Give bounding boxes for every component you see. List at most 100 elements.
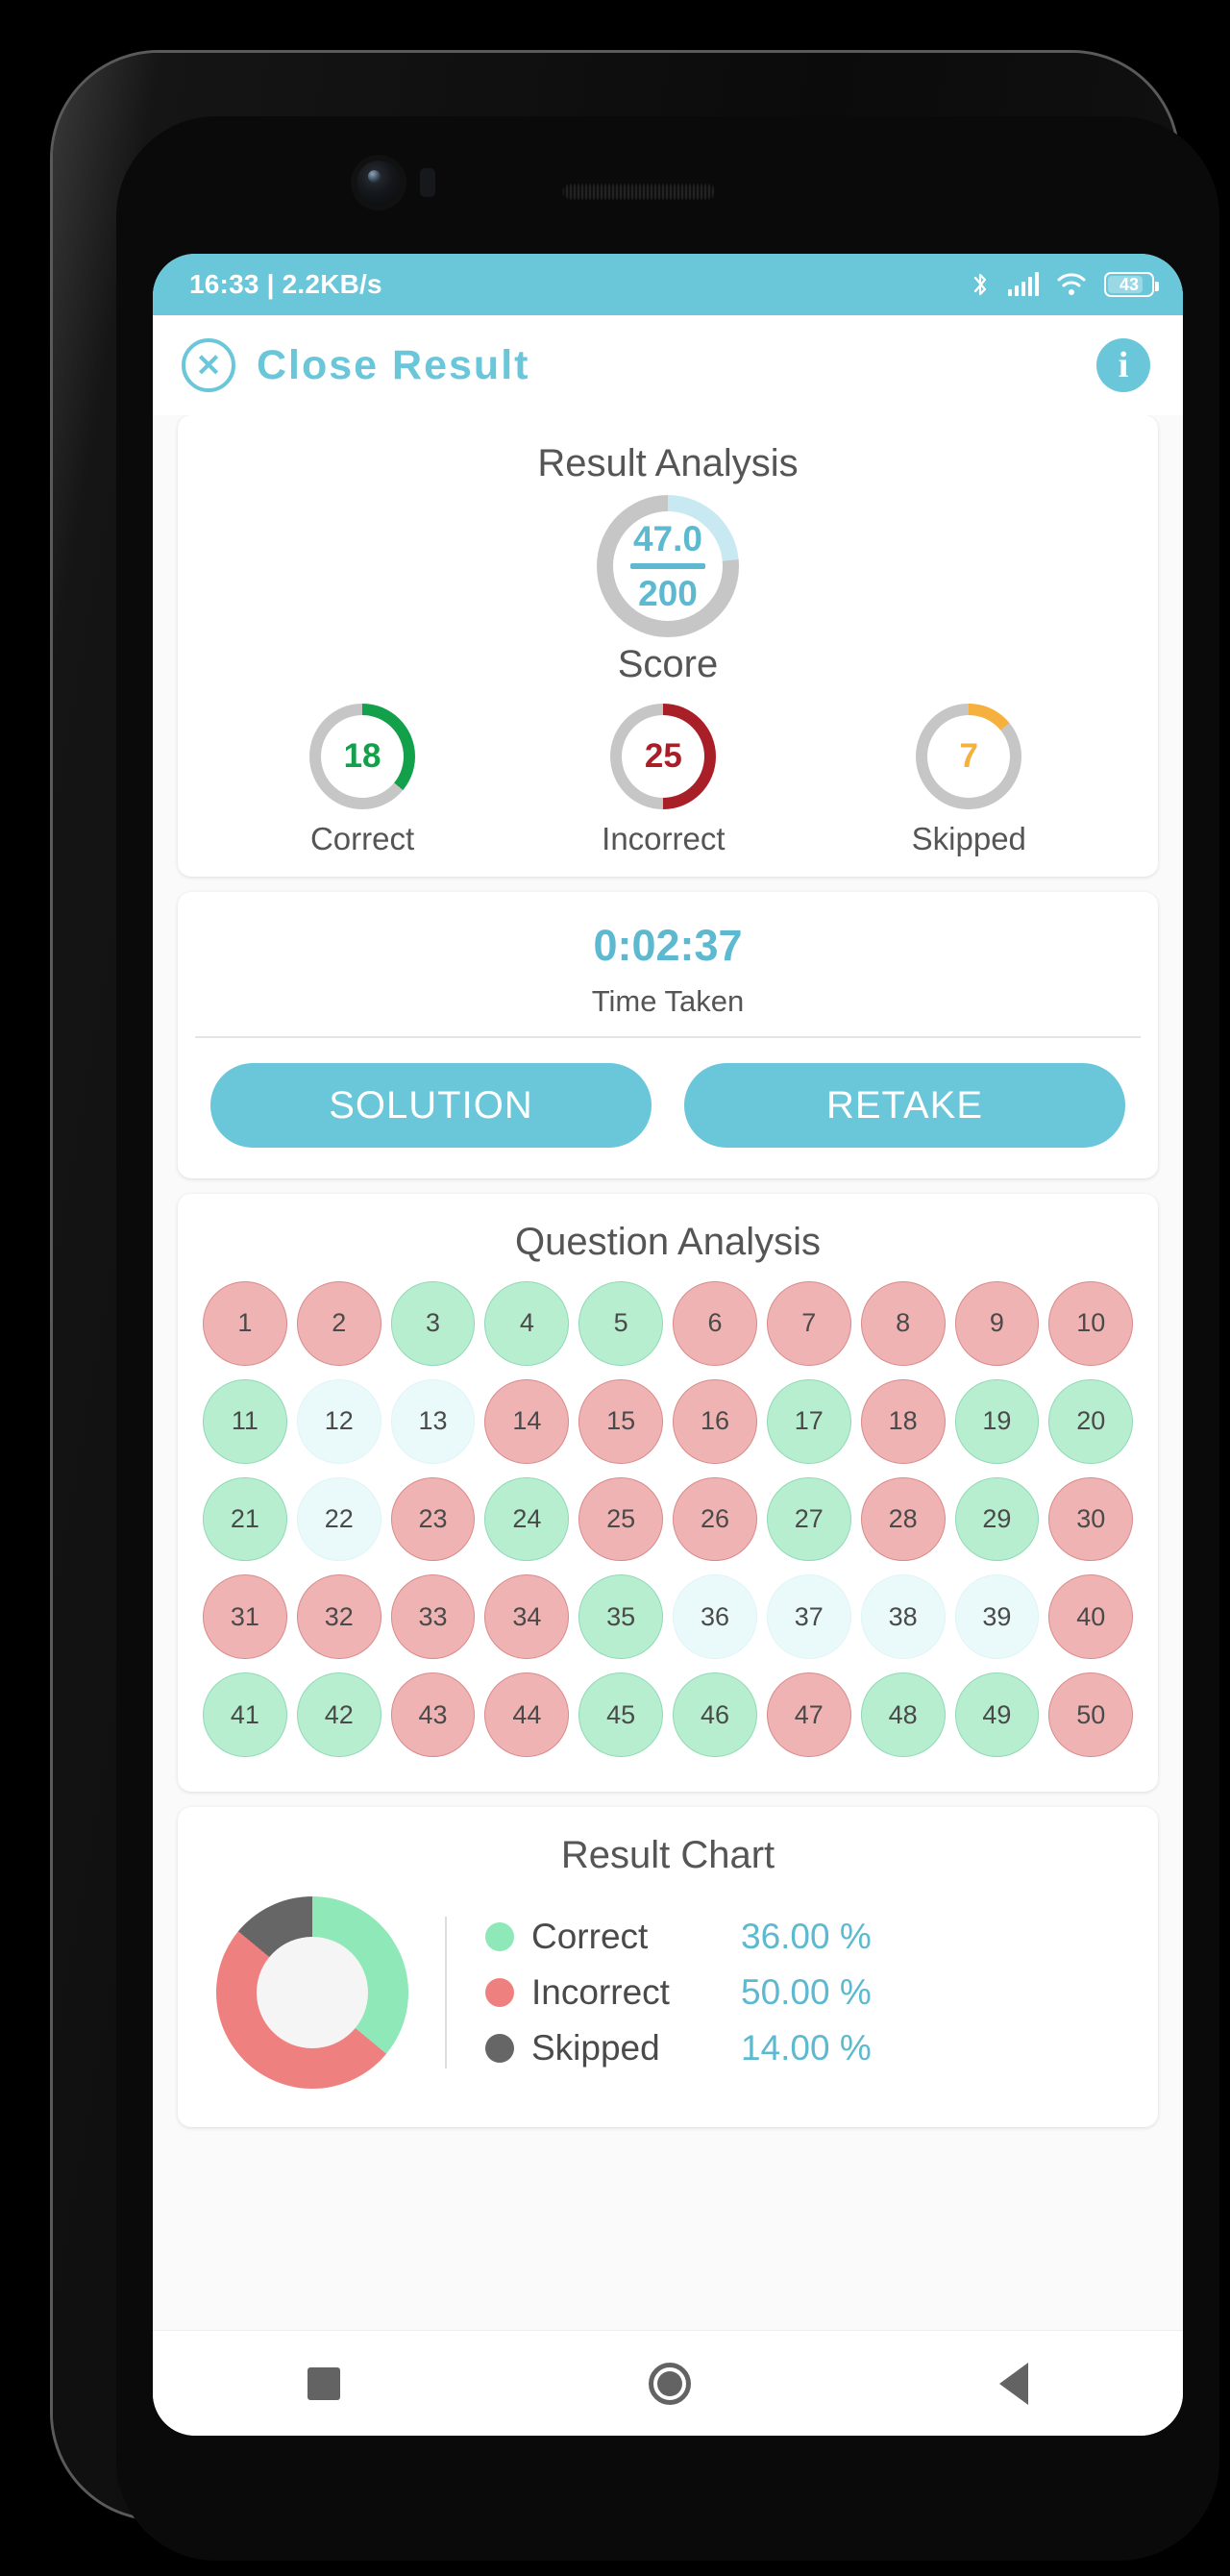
question-bubble[interactable]: 28: [860, 1476, 946, 1562]
legend-label: Correct: [531, 1917, 649, 1957]
score-value: 47.0: [632, 519, 702, 558]
retake-button[interactable]: RETAKE: [684, 1063, 1125, 1148]
status-bar: 16:33 | 2.2KB/s 43: [153, 254, 1183, 315]
question-bubble[interactable]: 14: [484, 1378, 570, 1464]
question-bubble[interactable]: 38: [860, 1574, 946, 1660]
legend-percent: 50.00 %: [741, 1972, 872, 2013]
time-card: 0:02:37 Time Taken SOLUTION RETAKE: [178, 892, 1158, 1178]
question-bubble[interactable]: 32: [296, 1574, 381, 1660]
question-bubble[interactable]: 43: [390, 1672, 476, 1758]
question-bubble[interactable]: 26: [673, 1476, 757, 1562]
result-analysis-card: Result Analysis 47.0 200 Score 18 Correct…: [178, 415, 1158, 877]
question-bubble[interactable]: 31: [203, 1574, 287, 1660]
stat-label-correct: Correct: [309, 821, 415, 856]
info-icon[interactable]: i: [1096, 338, 1150, 392]
question-bubble[interactable]: 5: [578, 1281, 664, 1366]
question-bubble[interactable]: 30: [1048, 1476, 1134, 1562]
stat-ring-incorrect: 25: [610, 704, 717, 809]
question-bubble[interactable]: 41: [203, 1672, 287, 1758]
question-bubble[interactable]: 3: [390, 1281, 476, 1366]
question-bubble[interactable]: 40: [1048, 1574, 1134, 1660]
legend-percent: 14.00 %: [741, 2028, 872, 2068]
stat-correct: 18 Correct: [309, 704, 416, 857]
close-circle-icon[interactable]: ✕: [182, 338, 235, 392]
question-bubble[interactable]: 9: [954, 1281, 1040, 1366]
legend-dot-icon: [485, 2034, 514, 2064]
question-bubble[interactable]: 7: [766, 1281, 851, 1366]
legend-dot-icon: [485, 1922, 514, 1952]
android-nav-bar: [153, 2330, 1183, 2436]
question-bubble[interactable]: 1: [203, 1281, 287, 1366]
phone-screen: 16:33 | 2.2KB/s 43 ✕ Close Result i Resu…: [153, 254, 1183, 2436]
question-bubble[interactable]: 42: [296, 1672, 381, 1758]
result-chart-title: Result Chart: [560, 1834, 775, 1877]
question-bubble[interactable]: 48: [860, 1672, 946, 1758]
question-bubble[interactable]: 16: [673, 1378, 757, 1464]
question-bubble[interactable]: 17: [766, 1378, 851, 1464]
question-bubble[interactable]: 10: [1048, 1281, 1134, 1366]
question-bubble[interactable]: 13: [390, 1378, 476, 1464]
question-bubble[interactable]: 21: [203, 1476, 287, 1562]
question-bubble[interactable]: 6: [673, 1281, 757, 1366]
question-bubble[interactable]: 2: [296, 1281, 381, 1366]
question-bubble[interactable]: 50: [1048, 1672, 1134, 1758]
question-bubble[interactable]: 25: [578, 1476, 664, 1562]
question-analysis-title: Question Analysis: [515, 1221, 821, 1263]
question-bubble[interactable]: 24: [484, 1476, 570, 1562]
result-analysis-title: Result Analysis: [537, 442, 799, 484]
battery-percent-text: 43: [1119, 274, 1140, 294]
wifi-icon: [1057, 273, 1086, 295]
score-label: Score: [617, 643, 719, 685]
question-bubble[interactable]: 22: [296, 1476, 381, 1562]
result-chart-card: Result Chart Correct 36.00 % Incorrect 50.0…: [178, 1807, 1158, 2128]
question-bubble[interactable]: 19: [954, 1378, 1040, 1464]
chart-legend: Correct 36.00 % Incorrect 50.00 % Skipped 14.…: [445, 1917, 872, 2069]
question-bubble[interactable]: 18: [860, 1378, 946, 1464]
question-bubble[interactable]: 8: [860, 1281, 946, 1366]
phone-frame: 16:33 | 2.2KB/s 43 ✕ Close Result i Resu…: [53, 53, 1219, 2561]
circle-icon[interactable]: [648, 2362, 691, 2405]
question-bubble[interactable]: 45: [578, 1672, 664, 1758]
status-network-speed: 2.2KB/s: [282, 269, 382, 299]
divider: [195, 1036, 1141, 1038]
signal-icon: [1008, 272, 1039, 296]
question-bubble[interactable]: 4: [484, 1281, 570, 1366]
question-analysis-card: Question Analysis 1 2 3 4 5 6 7 8 9 10 11 12 13 14 15 1…: [178, 1194, 1158, 1793]
question-bubble[interactable]: 12: [296, 1378, 381, 1464]
stat-value-correct: 18: [321, 715, 405, 798]
stat-skipped: 7 Skipped: [912, 704, 1026, 857]
question-bubble[interactable]: 23: [390, 1476, 476, 1562]
front-camera-icon: [357, 161, 401, 205]
score-ring-inner: 47.0 200: [613, 511, 723, 621]
question-bubble[interactable]: 44: [484, 1672, 570, 1758]
triangle-left-icon[interactable]: [999, 2362, 1029, 2405]
score-gauge: 47.0 200 Score: [178, 495, 1158, 686]
solution-button[interactable]: SOLUTION: [210, 1063, 652, 1148]
scroll-content[interactable]: Result Analysis 47.0 200 Score 18 Correct…: [153, 415, 1183, 2330]
legend-percent: 36.00 %: [741, 1917, 872, 1957]
question-bubble[interactable]: 49: [954, 1672, 1040, 1758]
question-bubble[interactable]: 39: [954, 1574, 1040, 1660]
question-bubble[interactable]: 15: [578, 1378, 664, 1464]
question-bubble[interactable]: 20: [1048, 1378, 1134, 1464]
header-left-group: ✕ Close Result: [182, 338, 529, 392]
stats-row: 18 Correct 25 Incorrect 7 Skipped: [178, 704, 1158, 857]
question-bubble[interactable]: 33: [390, 1574, 476, 1660]
question-bubble[interactable]: 37: [766, 1574, 851, 1660]
question-bubble[interactable]: 29: [954, 1476, 1040, 1562]
question-bubble[interactable]: 35: [578, 1574, 664, 1660]
stat-value-skipped: 7: [927, 715, 1011, 798]
legend-row: Incorrect 50.00 %: [485, 1972, 872, 2013]
battery-icon: 43: [1104, 272, 1159, 297]
status-separator: |: [266, 269, 275, 299]
question-bubble[interactable]: 46: [673, 1672, 757, 1758]
question-bubble[interactable]: 11: [203, 1378, 287, 1464]
question-bubble[interactable]: 47: [766, 1672, 851, 1758]
square-icon[interactable]: [307, 2366, 340, 2400]
question-bubble[interactable]: 27: [766, 1476, 851, 1562]
question-bubble[interactable]: 34: [484, 1574, 570, 1660]
stat-incorrect: 25 Incorrect: [602, 704, 726, 857]
question-bubble[interactable]: 36: [673, 1574, 757, 1660]
legend-label: Incorrect: [531, 1972, 670, 2013]
legend-label: Skipped: [531, 2028, 660, 2068]
